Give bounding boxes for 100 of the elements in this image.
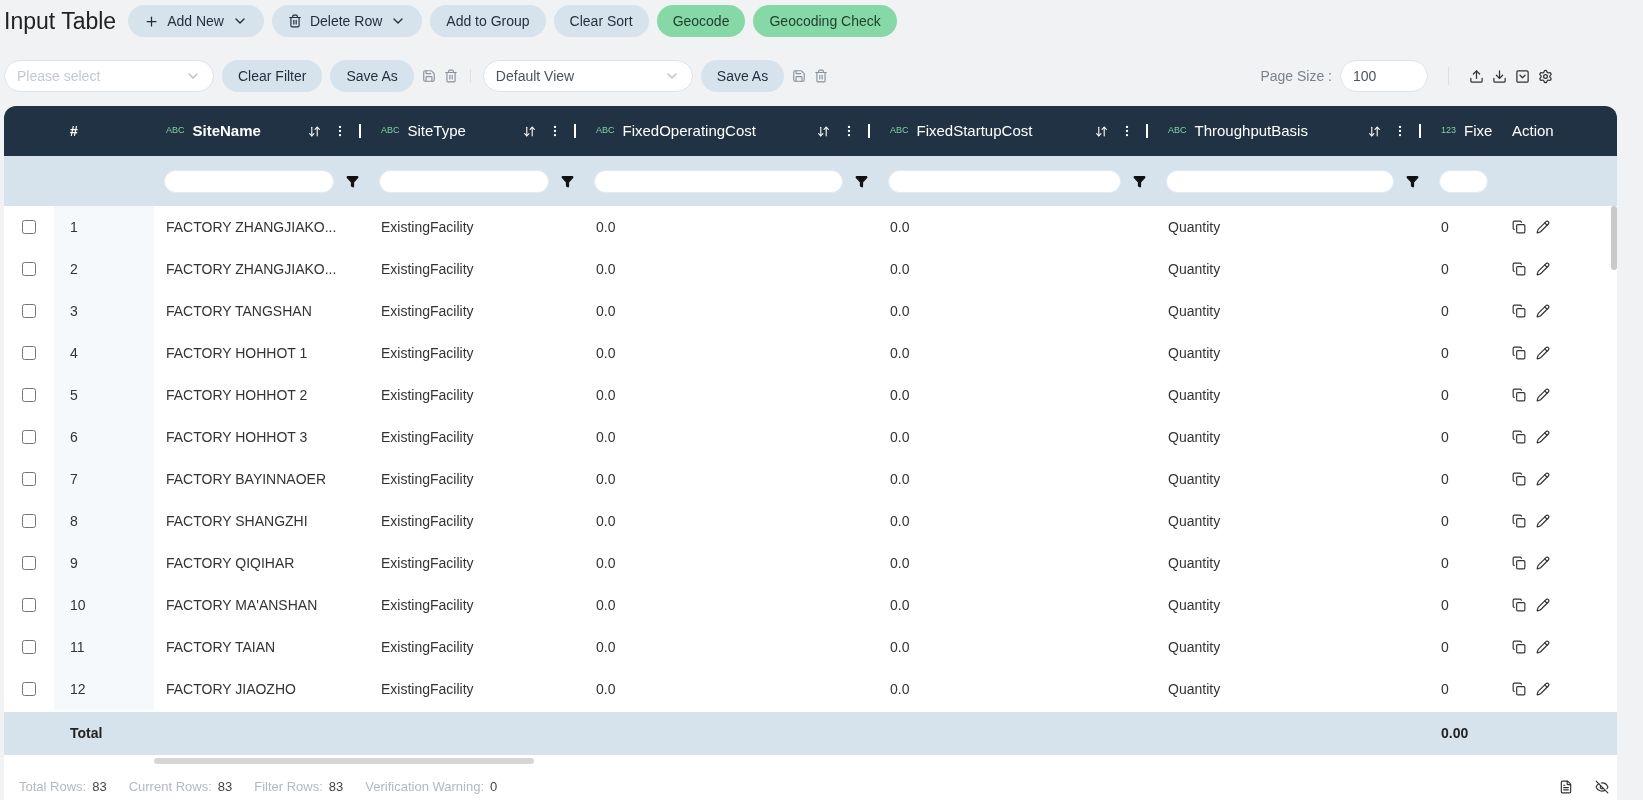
edit-icon[interactable]: [1536, 220, 1550, 234]
row-checkbox[interactable]: [22, 304, 36, 318]
filter-icon[interactable]: [1133, 174, 1146, 188]
trash-icon[interactable]: [814, 69, 829, 83]
column-header[interactable]: ThroughputBasis: [1194, 119, 1308, 143]
row-checkbox[interactable]: [22, 640, 36, 654]
column-header[interactable]: FixedOperatingCost: [622, 119, 756, 143]
column-header[interactable]: Fixe: [1464, 119, 1493, 143]
copy-icon[interactable]: [1512, 430, 1526, 444]
row-checkbox[interactable]: [22, 220, 36, 234]
dropdown-box-icon[interactable]: [1515, 68, 1530, 84]
copy-icon[interactable]: [1512, 640, 1526, 654]
toolbar-button[interactable]: Geocoding Check: [753, 5, 897, 37]
column-filter-field[interactable]: [594, 169, 843, 193]
table-cell-text: 0.0: [889, 679, 911, 699]
edit-icon[interactable]: [1536, 388, 1550, 402]
filter-icon[interactable]: [346, 174, 359, 188]
edit-icon[interactable]: [1536, 262, 1550, 276]
table-cell-text: FACTORY QIQIHAR: [165, 553, 296, 573]
trash-icon[interactable]: [443, 69, 458, 83]
horizontal-scrollbar[interactable]: [154, 758, 534, 764]
table-cell-text: 0.0: [595, 637, 617, 657]
column-header[interactable]: SiteType: [407, 119, 466, 143]
toolbar-button[interactable]: Geocode: [656, 5, 746, 37]
sort-icon[interactable]: [308, 124, 321, 138]
table-cell-text: 0.0: [889, 217, 911, 237]
table-cell-text: 0: [1440, 469, 1450, 489]
row-number: 8: [70, 511, 78, 531]
filter-icon[interactable]: [1406, 174, 1419, 188]
copy-icon[interactable]: [1512, 388, 1526, 402]
row-number: 5: [70, 385, 78, 405]
edit-icon[interactable]: [1536, 556, 1550, 570]
toolbar-button[interactable]: Add to Group: [430, 5, 546, 37]
column-filter-field[interactable]: [1166, 169, 1394, 193]
edit-icon[interactable]: [1536, 472, 1550, 486]
eye-off-icon[interactable]: [1595, 780, 1609, 794]
sort-icon[interactable]: [817, 124, 830, 138]
copy-icon[interactable]: [1512, 220, 1526, 234]
copy-icon[interactable]: [1512, 598, 1526, 612]
table-cell-text: 0.0: [889, 343, 911, 363]
edit-icon[interactable]: [1536, 598, 1550, 612]
page-size-field[interactable]: 100: [1340, 60, 1428, 92]
toolbar-button[interactable]: Add New: [128, 5, 264, 37]
document-icon[interactable]: [1559, 780, 1573, 794]
column-header[interactable]: FixedStartupCost: [916, 119, 1033, 143]
row-checkbox[interactable]: [22, 556, 36, 570]
row-number: 9: [70, 553, 78, 573]
toolbar-button[interactable]: Clear Sort: [553, 5, 649, 37]
row-checkbox[interactable]: [22, 262, 36, 276]
row-checkbox[interactable]: [22, 598, 36, 612]
copy-icon[interactable]: [1512, 304, 1526, 318]
copy-icon[interactable]: [1512, 262, 1526, 276]
edit-icon[interactable]: [1536, 640, 1550, 654]
row-checkbox[interactable]: [22, 514, 36, 528]
copy-icon[interactable]: [1512, 472, 1526, 486]
filter-icon[interactable]: [561, 174, 574, 188]
edit-icon[interactable]: [1536, 304, 1550, 318]
sort-icon[interactable]: [1095, 124, 1108, 138]
filter-icon[interactable]: [855, 174, 868, 188]
sort-icon[interactable]: [1368, 124, 1381, 138]
table-cell-text: 0: [1440, 427, 1450, 447]
table-cell-text: 0.0: [889, 385, 911, 405]
column-header[interactable]: SiteName: [192, 119, 261, 143]
upload-icon[interactable]: [1469, 68, 1484, 84]
table-cell-text: 0: [1440, 679, 1450, 699]
table-cell-text: FACTORY JIAOZHO: [165, 679, 297, 699]
toolbar-button[interactable]: Delete Row: [271, 5, 423, 37]
row-checkbox[interactable]: [22, 430, 36, 444]
copy-icon[interactable]: [1512, 346, 1526, 360]
row-checkbox[interactable]: [22, 472, 36, 486]
settings-icon[interactable]: [1538, 68, 1553, 84]
download-icon[interactable]: [1492, 68, 1507, 84]
edit-icon[interactable]: [1536, 682, 1550, 696]
table-cell-text: ExistingFacility: [380, 427, 475, 447]
sort-icon[interactable]: [523, 124, 536, 138]
filter-button[interactable]: Save As: [700, 60, 785, 92]
status-label: Current Rows:: [128, 778, 212, 797]
save-icon[interactable]: [792, 69, 807, 83]
column-filter-field[interactable]: [164, 169, 334, 193]
column-filter-field[interactable]: [1439, 169, 1488, 193]
status-value: 0: [490, 778, 498, 797]
filter-button[interactable]: Clear Filter: [222, 60, 323, 92]
edit-icon[interactable]: [1536, 514, 1550, 528]
save-icon[interactable]: [421, 69, 436, 83]
select-field[interactable]: Default View: [482, 60, 693, 92]
table-cell-text: FACTORY HOHHOT 1: [165, 343, 309, 363]
copy-icon[interactable]: [1512, 556, 1526, 570]
row-checkbox[interactable]: [22, 346, 36, 360]
scrollbar-thumb[interactable]: [1611, 206, 1617, 270]
column-filter-field[interactable]: [888, 169, 1121, 193]
row-checkbox[interactable]: [22, 682, 36, 696]
type-tag: ABC: [890, 124, 909, 138]
copy-icon[interactable]: [1512, 682, 1526, 696]
column-filter-field[interactable]: [379, 169, 549, 193]
table-cell-text: 0.0: [595, 427, 617, 447]
edit-icon[interactable]: [1536, 346, 1550, 360]
edit-icon[interactable]: [1536, 430, 1550, 444]
filter-button[interactable]: Save As: [330, 60, 414, 92]
row-checkbox[interactable]: [22, 388, 36, 402]
copy-icon[interactable]: [1512, 514, 1526, 528]
